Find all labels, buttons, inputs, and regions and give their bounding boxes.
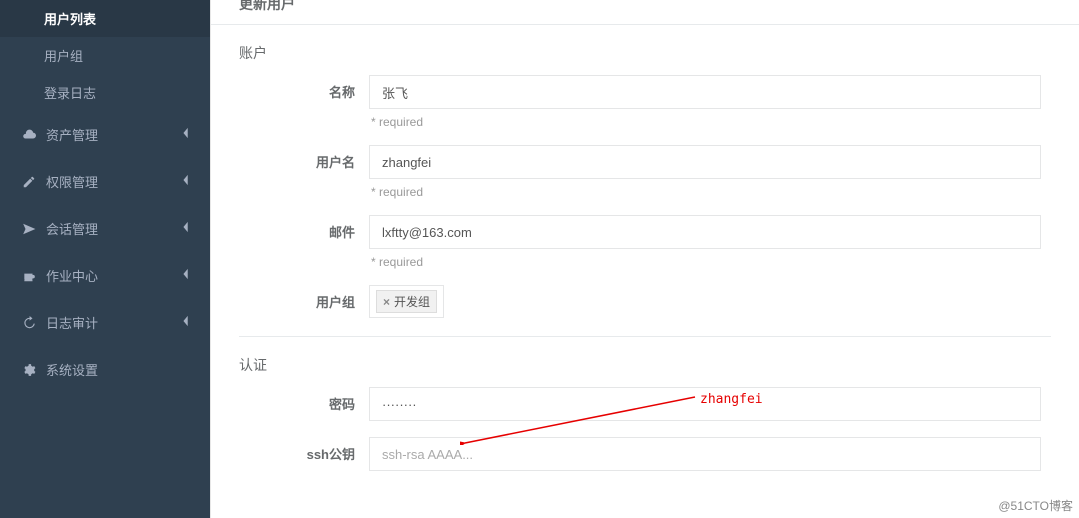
chevron-left-icon — [182, 174, 190, 189]
username-label: 用户名 — [239, 145, 369, 209]
sshkey-label: ssh公钥 — [239, 437, 369, 471]
sidebar: 用户列表 用户组 登录日志 资产管理 权限管理 — [0, 0, 210, 518]
sidebar-item-label: 登录日志 — [44, 86, 96, 101]
sidebar-item-tasks[interactable]: 作业中心 — [0, 252, 210, 299]
name-input[interactable] — [369, 75, 1041, 109]
sidebar-item-login-log[interactable]: 登录日志 — [0, 74, 210, 111]
sidebar-item-audit[interactable]: 日志审计 — [0, 299, 210, 346]
sshkey-input[interactable] — [369, 437, 1041, 471]
sidebar-item-perms[interactable]: 权限管理 — [0, 158, 210, 205]
sidebar-item-label: 日志审计 — [46, 313, 98, 332]
group-tag: × 开发组 — [376, 290, 437, 313]
remove-tag-icon[interactable]: × — [383, 295, 390, 309]
cloud-icon — [22, 128, 36, 142]
sidebar-item-label: 会话管理 — [46, 219, 98, 238]
email-label: 邮件 — [239, 215, 369, 279]
sidebar-item-label: 资产管理 — [46, 125, 98, 144]
watermark: @51CTO博客 — [998, 497, 1073, 514]
name-required-text: * required — [369, 109, 1041, 139]
annotation-label: zhangfei — [700, 392, 763, 407]
sidebar-item-settings[interactable]: 系统设置 — [0, 346, 210, 393]
name-label: 名称 — [239, 75, 369, 139]
email-required-text: * required — [369, 249, 1041, 279]
sidebar-item-sessions[interactable]: 会话管理 — [0, 205, 210, 252]
sidebar-item-assets[interactable]: 资产管理 — [0, 111, 210, 158]
plane-icon — [22, 222, 36, 236]
group-tag-label: 开发组 — [394, 293, 430, 310]
section-auth-title: 认证 — [239, 355, 1051, 375]
sidebar-item-label: 系统设置 — [46, 360, 98, 379]
coffee-icon — [22, 269, 36, 283]
groups-select[interactable]: × 开发组 — [369, 285, 444, 318]
divider — [211, 24, 1079, 25]
username-required-text: * required — [369, 179, 1041, 209]
sidebar-item-label: 作业中心 — [46, 266, 98, 285]
groups-label: 用户组 — [239, 285, 369, 318]
divider — [239, 336, 1051, 337]
sidebar-item-label: 权限管理 — [46, 172, 98, 191]
sidebar-item-user-list[interactable]: 用户列表 — [0, 0, 210, 37]
edit-icon — [22, 175, 36, 189]
sidebar-item-label: 用户列表 — [44, 12, 96, 27]
username-input[interactable] — [369, 145, 1041, 179]
sidebar-item-label: 用户组 — [44, 49, 83, 64]
chevron-left-icon — [182, 127, 190, 142]
chevron-left-icon — [182, 221, 190, 236]
main-content: 更新用户 账户 名称 * required 用户名 * required 邮件 — [210, 0, 1079, 518]
chevron-left-icon — [182, 268, 190, 283]
gears-icon — [22, 363, 36, 377]
chevron-left-icon — [182, 315, 190, 330]
history-icon — [22, 316, 36, 330]
sidebar-item-user-groups[interactable]: 用户组 — [0, 37, 210, 74]
section-account-title: 账户 — [239, 43, 1051, 63]
page-title: 更新用户 — [211, 0, 1079, 24]
email-input[interactable] — [369, 215, 1041, 249]
password-label: 密码 — [239, 387, 369, 421]
